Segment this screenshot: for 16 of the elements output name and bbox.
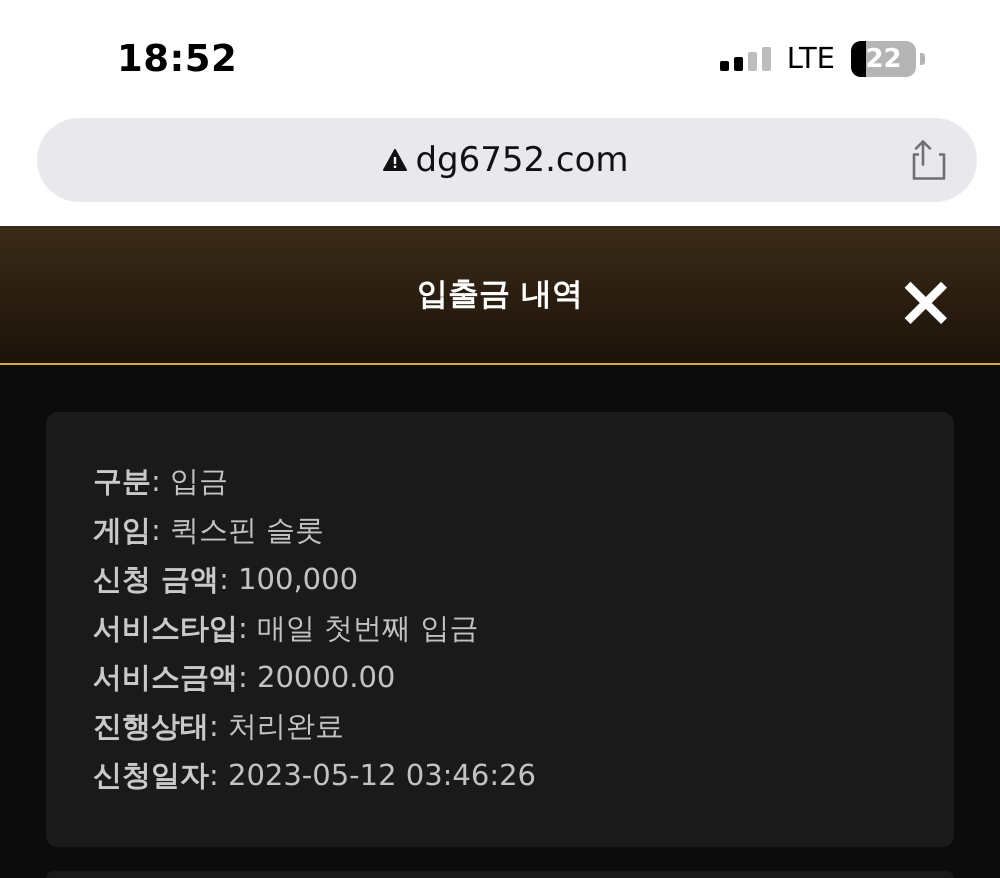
record-detail-line: 서비스금액: 20000.00 <box>93 659 396 696</box>
url-text: dg6752.com <box>415 138 629 182</box>
signal-icon <box>720 47 771 71</box>
network-label: LTE <box>786 40 835 78</box>
record-detail-line: 신청 금액: 100,000 <box>93 561 358 598</box>
warning-icon <box>383 149 408 171</box>
close-button[interactable]: × <box>896 272 956 328</box>
share-icon[interactable] <box>911 138 947 182</box>
record-detail-line: 서비스타입: 매일 첫번째 입금 <box>93 610 478 647</box>
record-detail-line: 구분: 입금 <box>93 463 228 500</box>
record-detail-line: 신청일자: 2023-05-12 03:46:26 <box>93 757 536 794</box>
record-detail-line: 진행상태: 처리완료 <box>93 708 344 745</box>
modal-title: 입출금 내역 <box>417 275 583 314</box>
clock-time: 18:52 <box>117 36 238 82</box>
address-bar[interactable]: dg6752.com <box>37 118 977 202</box>
record-detail-line: 게임: 퀵스핀 슬롯 <box>93 512 324 549</box>
